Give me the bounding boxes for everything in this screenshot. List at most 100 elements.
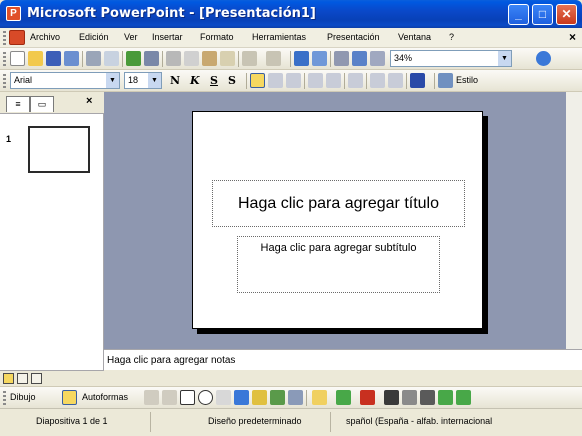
document-close-button[interactable]: ×: [569, 30, 576, 44]
menu-formato[interactable]: Formato: [200, 32, 234, 42]
new-icon[interactable]: [10, 51, 25, 66]
arrow-icon[interactable]: [162, 390, 177, 405]
grayscale-icon[interactable]: [352, 51, 367, 66]
arrow-style-icon[interactable]: [420, 390, 435, 405]
align-right-icon[interactable]: [286, 73, 301, 88]
copy-icon[interactable]: [184, 51, 199, 66]
table-icon[interactable]: [312, 51, 327, 66]
status-design: Diseño predeterminado: [208, 416, 302, 426]
line-style-icon[interactable]: [384, 390, 399, 405]
picture-icon[interactable]: [288, 390, 303, 405]
menu-help[interactable]: ?: [449, 32, 454, 42]
tab-outline[interactable]: ≡: [6, 96, 30, 112]
print-preview-icon[interactable]: [104, 51, 119, 66]
research-icon[interactable]: [144, 51, 159, 66]
open-icon[interactable]: [28, 51, 43, 66]
cut-icon[interactable]: [166, 51, 181, 66]
font-color-icon[interactable]: [360, 390, 375, 405]
clipart-icon[interactable]: [270, 390, 285, 405]
menu-archivo[interactable]: Archivo: [30, 32, 60, 42]
underline-button[interactable]: S: [210, 74, 218, 87]
paste-icon[interactable]: [202, 51, 217, 66]
diagram-icon[interactable]: [252, 390, 267, 405]
subtitle-placeholder[interactable]: Haga clic para agregar subtítulo: [237, 236, 440, 293]
numbering-icon[interactable]: [308, 73, 323, 88]
normal-view-button[interactable]: [3, 373, 14, 384]
autoshapes-button[interactable]: Autoformas: [82, 392, 128, 402]
undo-icon[interactable]: [242, 51, 257, 66]
slide-number: 1: [6, 134, 12, 144]
notes-placeholder: Haga clic para agregar notas: [107, 355, 236, 366]
slideshow-button[interactable]: [31, 373, 42, 384]
align-center-icon[interactable]: [268, 73, 283, 88]
expand-icon[interactable]: [334, 51, 349, 66]
menu-insertar[interactable]: Insertar: [152, 32, 183, 42]
shadow-style-icon[interactable]: [438, 390, 453, 405]
help-icon[interactable]: [536, 51, 551, 66]
title-placeholder[interactable]: Haga clic para agregar título: [212, 180, 465, 227]
menu-grip[interactable]: [3, 31, 6, 45]
line-icon[interactable]: [144, 390, 159, 405]
fill-color-icon[interactable]: [312, 390, 327, 405]
format-painter-icon[interactable]: [220, 51, 235, 66]
font-color-icon[interactable]: [410, 73, 425, 88]
toolbar-grip[interactable]: [3, 52, 6, 66]
close-button[interactable]: ✕: [556, 4, 577, 25]
design-button[interactable]: Estilo: [456, 75, 478, 85]
select-arrow-icon[interactable]: [62, 390, 77, 405]
oval-icon[interactable]: [198, 390, 213, 405]
chevron-down-icon[interactable]: ▼: [106, 73, 119, 88]
pane-tabs: ≡ ▭ ×: [0, 92, 104, 114]
document-icon[interactable]: [9, 30, 25, 45]
powerpoint-app-icon[interactable]: P: [6, 6, 21, 21]
textbox-icon[interactable]: [216, 390, 231, 405]
menu-herramientas[interactable]: Herramientas: [252, 32, 306, 42]
increase-indent-icon[interactable]: [388, 73, 403, 88]
toolbar-grip[interactable]: [3, 74, 6, 88]
notes-pane[interactable]: Haga clic para agregar notas: [104, 349, 582, 370]
wordart-icon[interactable]: [234, 390, 249, 405]
permission-icon[interactable]: [64, 51, 79, 66]
menu-ventana[interactable]: Ventana: [398, 32, 431, 42]
menu-presentacion[interactable]: Presentación: [327, 32, 380, 42]
dash-style-icon[interactable]: [402, 390, 417, 405]
shadow-button[interactable]: S: [228, 74, 236, 87]
maximize-button[interactable]: □: [532, 4, 553, 25]
tab-slides[interactable]: ▭: [30, 96, 54, 112]
italic-button[interactable]: K: [190, 74, 200, 87]
vertical-scrollbar[interactable]: [566, 92, 582, 349]
save-icon[interactable]: [46, 51, 61, 66]
zoom-select[interactable]: 34% ▼: [390, 50, 512, 67]
minimize-button[interactable]: _: [508, 4, 529, 25]
draw-menu-button[interactable]: Dibujo: [10, 392, 36, 402]
pane-close-button[interactable]: ×: [86, 95, 92, 107]
bullets-icon[interactable]: [326, 73, 341, 88]
align-left-icon[interactable]: [250, 73, 265, 88]
slide-canvas[interactable]: Haga clic para agregar título Haga clic …: [192, 111, 483, 329]
decrease-indent-icon[interactable]: [370, 73, 385, 88]
window-titlebar: P Microsoft PowerPoint - [Presentación1]…: [0, 0, 582, 28]
grid-icon[interactable]: [370, 51, 385, 66]
line-color-icon[interactable]: [336, 390, 351, 405]
status-slide-count: Diapositiva 1 de 1: [36, 416, 108, 426]
slide-sorter-button[interactable]: [17, 373, 28, 384]
menu-ver[interactable]: Ver: [124, 32, 138, 42]
font-select[interactable]: Arial ▼: [10, 72, 120, 89]
bold-button[interactable]: N: [170, 74, 180, 87]
window-title: Microsoft PowerPoint - [Presentación1]: [27, 6, 316, 21]
spelling-icon[interactable]: [126, 51, 141, 66]
redo-icon[interactable]: [266, 51, 281, 66]
print-icon[interactable]: [86, 51, 101, 66]
rectangle-icon[interactable]: [180, 390, 195, 405]
zoom-value: 34%: [394, 53, 413, 63]
slide-thumbnail[interactable]: [28, 126, 90, 173]
chart-icon[interactable]: [294, 51, 309, 66]
design-icon[interactable]: [438, 73, 453, 88]
menu-edicion[interactable]: Edición: [79, 32, 109, 42]
toolbar-grip[interactable]: [3, 391, 6, 405]
font-size-select[interactable]: 18 ▼: [124, 72, 162, 89]
increase-font-icon[interactable]: [348, 73, 363, 88]
3d-style-icon[interactable]: [456, 390, 471, 405]
chevron-down-icon[interactable]: ▼: [498, 51, 511, 66]
chevron-down-icon[interactable]: ▼: [148, 73, 161, 88]
